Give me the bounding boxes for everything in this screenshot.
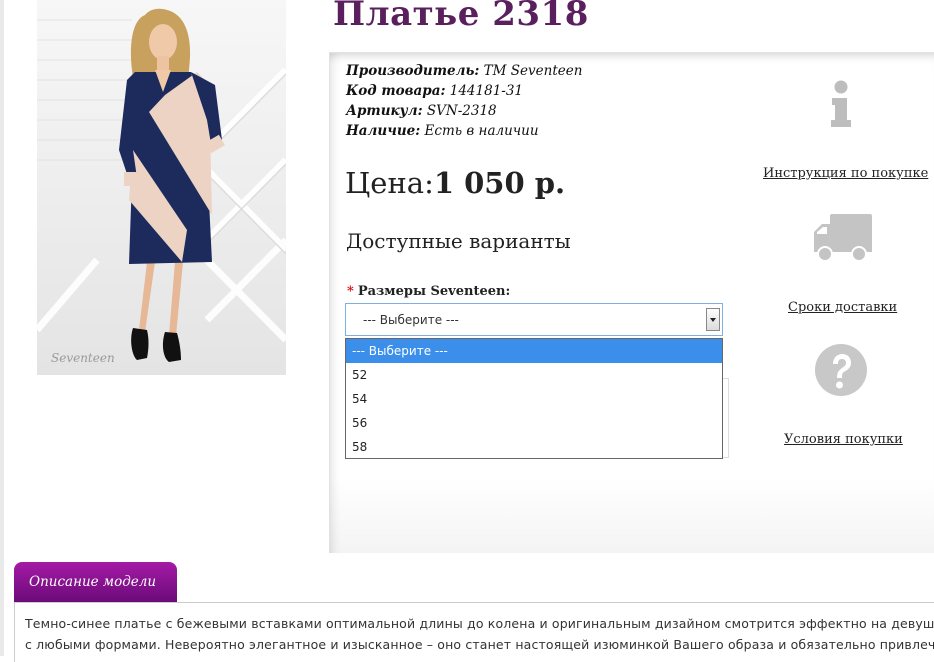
product-details: Производитель: ТМ Seventeen Код товара: …: [346, 61, 582, 141]
purchase-conditions-link[interactable]: Условия покупки: [784, 432, 903, 447]
description-line-1: Темно-синее платье с бежевыми вставками …: [25, 616, 934, 631]
article-label: Артикул:: [346, 103, 423, 119]
price: Цена:1 050 р.: [345, 166, 565, 200]
required-mark: *: [347, 284, 354, 299]
manufacturer-value: ТМ Seventeen: [483, 63, 583, 79]
manufacturer-row: Производитель: ТМ Seventeen: [346, 61, 582, 81]
size-option-placeholder[interactable]: --- Выберите ---: [346, 339, 722, 363]
chevron-down-icon[interactable]: [706, 308, 720, 331]
product-photo[interactable]: Seventeen: [37, 0, 286, 375]
variants-heading: Доступные варианты: [346, 229, 571, 253]
left-rail: [0, 0, 4, 656]
size-option-52[interactable]: 52: [346, 363, 722, 387]
svg-text:Seventeen: Seventeen: [51, 351, 115, 365]
price-value: 1 050 р.: [433, 166, 566, 200]
delivery-terms-link[interactable]: Сроки доставки: [788, 300, 897, 315]
manufacturer-label: Производитель:: [346, 63, 480, 79]
info-icon[interactable]: [828, 80, 854, 132]
purchase-instruction-link[interactable]: Инструкция по покупке: [763, 166, 928, 181]
product-photo-illustration: Seventeen: [37, 0, 286, 375]
truck-icon[interactable]: [812, 212, 874, 268]
stock-value: Есть в наличии: [424, 123, 539, 139]
product-code-label: Код товара:: [346, 83, 446, 99]
size-option-54[interactable]: 54: [346, 387, 722, 411]
stock-row: Наличие: Есть в наличии: [346, 121, 582, 141]
size-label: * Размеры Seventeen:: [347, 284, 510, 299]
description-text: Темно-синее платье с бежевыми вставками …: [25, 613, 934, 655]
question-icon[interactable]: [814, 343, 868, 401]
tab-description-label: Описание модели: [29, 574, 157, 590]
tab-description[interactable]: Описание модели: [14, 562, 177, 602]
size-dropdown-list[interactable]: --- Выберите --- 52 54 56 58: [345, 338, 723, 459]
page-title: Платье 2318: [333, 0, 589, 34]
product-code-value: 144181-31: [449, 83, 524, 99]
stock-label: Наличие:: [346, 123, 421, 139]
size-select-value: --- Выберите ---: [363, 313, 459, 327]
size-option-58[interactable]: 58: [346, 435, 722, 459]
size-label-text: Размеры Seventeen:: [357, 284, 511, 299]
article-row: Артикул: SVN-2318: [346, 101, 582, 121]
description-line-2: с любыми формами. Невероятно элегантное …: [25, 637, 934, 652]
product-code-row: Код товара: 144181-31: [346, 81, 582, 101]
price-label: Цена:: [345, 166, 434, 200]
size-select[interactable]: --- Выберите ---: [345, 303, 723, 336]
article-value: SVN-2318: [426, 103, 497, 119]
size-option-56[interactable]: 56: [346, 411, 722, 435]
